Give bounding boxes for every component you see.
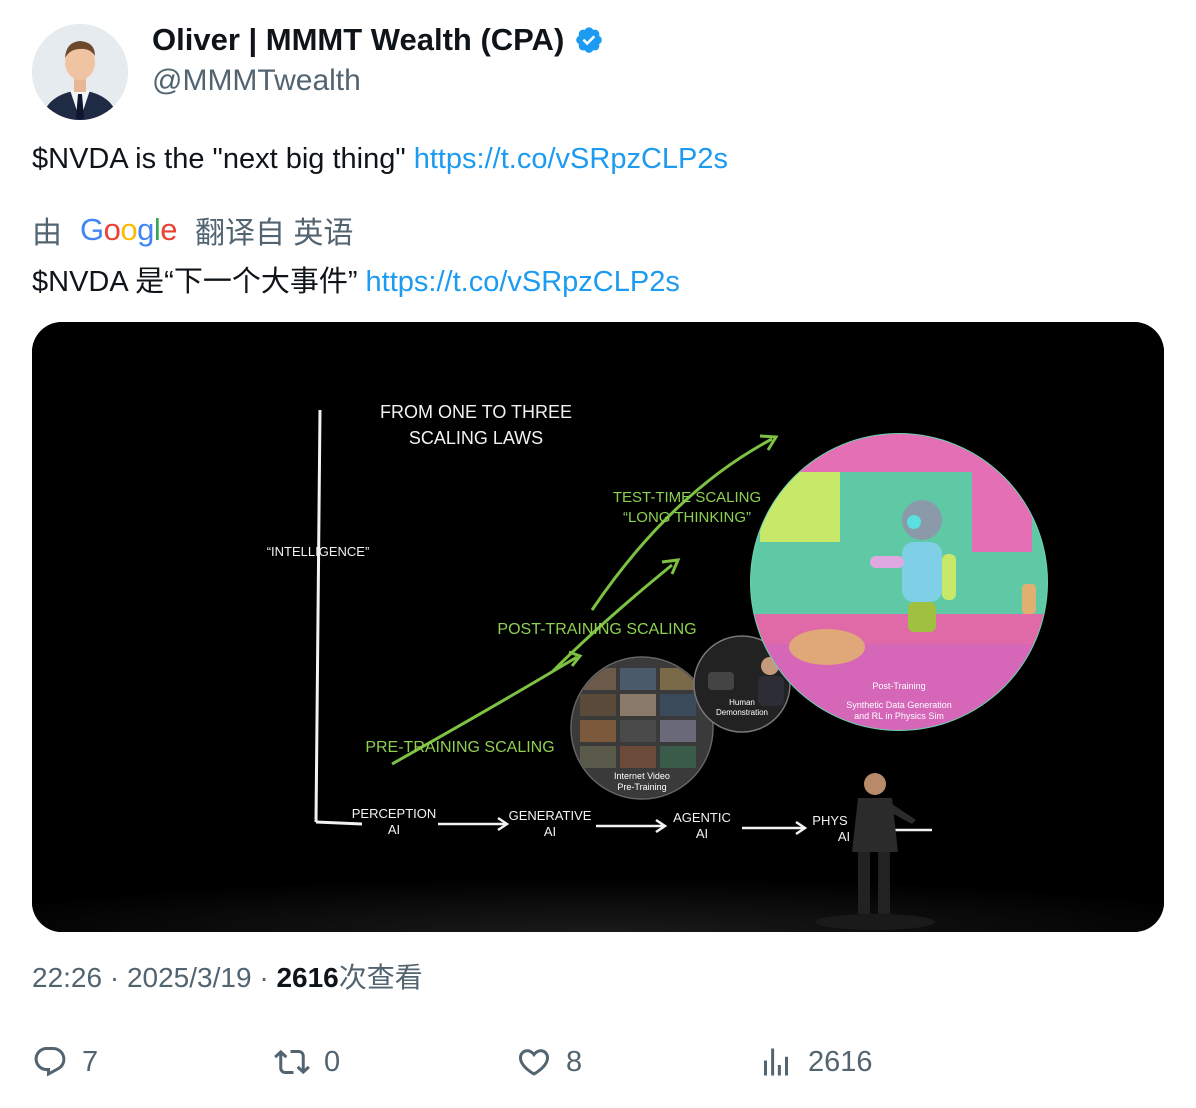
human-demo-label-line2: Demonstration [716,708,768,717]
translation-suffix: 翻译自 英语 [195,217,354,250]
views-count: 2616 [808,1045,873,1078]
tweet-text-body: $NVDA is the "next big thing" [32,143,414,175]
post-training-circle-line2: and RL in Physics Sim [854,711,944,721]
internet-video-label-line1: Internet Video [614,771,670,781]
view-count: 2616 [276,962,339,993]
stage-generative-line1: GENERATIVE [509,808,592,823]
tweet-link[interactable]: https://t.co/vSRpzCLP2s [414,143,728,175]
media-title-line1: FROM ONE TO THREE [380,402,572,422]
translation-prefix: 由 [32,217,62,250]
translated-text: $NVDA 是“下一个大事件” https://t.co/vSRpzCLP2s [32,258,680,300]
tweet-actions-bar: 7 0 8 2616 [32,1040,1164,1084]
stage-agentic-line1: AGENTIC [673,810,731,825]
stage-perception-line2: AI [388,822,400,837]
meta-separator: · [102,962,127,993]
stage-physical-line2: AI [838,829,850,844]
analytics-icon [764,1048,788,1076]
avatar-image [32,24,128,120]
test-time-label-line1: TEST-TIME SCALING [613,489,761,506]
stage-agentic-line2: AI [696,826,708,841]
post-training-circle-line1: Synthetic Data Generation [846,700,952,710]
like-button[interactable]: 8 [516,1040,582,1084]
internet-video-circle: Internet Video Pre-Training [570,656,714,800]
views-button[interactable]: 2616 [758,1040,873,1084]
author-handle[interactable]: @MMMTwealth [152,64,361,98]
heart-icon [518,1049,550,1076]
reply-icon [34,1047,66,1077]
retweet-count: 0 [324,1045,341,1078]
author-display-name[interactable]: Oliver | MMMT Wealth (CPA) [152,22,564,58]
view-count-label: 次查看 [338,962,423,993]
pre-training-label: PRE-TRAINING SCALING [365,739,554,756]
google-logo-icon[interactable]: Google [80,212,178,248]
avatar[interactable] [32,24,128,120]
like-count: 8 [566,1045,583,1078]
tweet-meta: 22:26 · 2025/3/19 · 2616次查看 [32,956,423,996]
test-time-label-line2: “LONG THINKING” [623,509,751,526]
intelligence-label: “INTELLIGENCE” [267,544,370,559]
verified-badge-icon [574,25,604,55]
internet-video-label-line2: Pre-Training [617,782,666,792]
stage-perception-line1: PERCEPTION [352,806,437,821]
media-title-line2: SCALING LAWS [409,428,543,448]
x-axis-line [315,820,363,826]
tweet-date[interactable]: 2025/3/19 [127,962,252,993]
translated-link[interactable]: https://t.co/vSRpzCLP2s [366,266,680,298]
tweet-time[interactable]: 22:26 [32,962,102,993]
translation-attribution: 由 Google 翻译自 英语 [32,208,353,252]
author-name-row: Oliver | MMMT Wealth (CPA) [152,22,604,58]
human-demo-label-line1: Human [729,698,755,707]
reply-button[interactable]: 7 [32,1040,98,1084]
stage-generative-line2: AI [544,824,556,839]
tweet-media-image[interactable]: FROM ONE TO THREE SCALING LAWS “INTELLIG… [32,322,1164,932]
retweet-icon [274,1049,310,1075]
meta-separator: · [251,962,277,993]
post-training-label: POST-TRAINING SCALING [497,621,696,638]
tweet-text: $NVDA is the "next big thing" https://t.… [32,143,728,176]
reply-count: 7 [82,1045,99,1078]
translated-text-body: $NVDA 是“下一个大事件” [32,266,366,298]
stage-physical-line1: PHYS [812,813,848,828]
post-training-circle-title: Post-Training [872,681,925,691]
retweet-button[interactable]: 0 [274,1040,340,1084]
